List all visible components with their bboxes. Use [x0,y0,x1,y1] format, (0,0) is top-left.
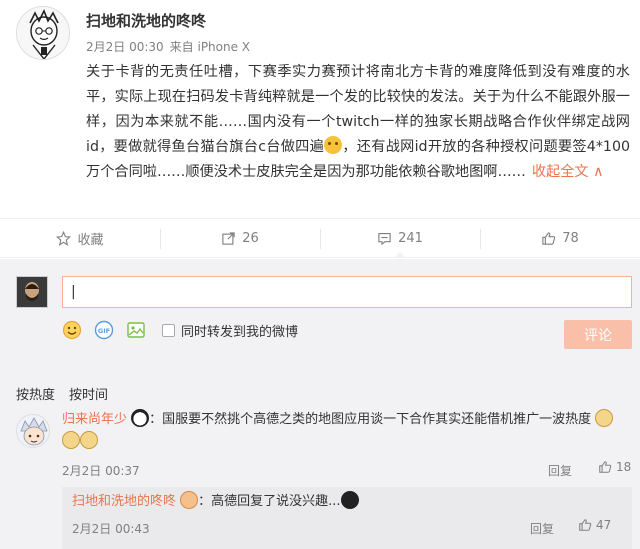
image-icon [127,322,145,338]
composer-tools: GIF 同时转发到我的微博 [62,319,298,341]
favorite-button[interactable]: 收藏 [0,219,160,257]
reply-reply-button[interactable]: 回复 [530,520,554,537]
repost-count: 26 [242,230,259,246]
reply-like-button[interactable]: 47 [578,518,611,532]
post-author-name[interactable]: 扫地和洗地的咚咚 [86,10,206,31]
sort-by-time-tab[interactable]: 按时间 [69,384,108,403]
comment-icon [378,232,391,245]
forward-label: 同时转发到我的微博 [181,324,299,340]
comment-reply-button[interactable]: 回复 [548,462,572,479]
comment-input[interactable] [62,276,632,308]
sort-by-hot-tab[interactable]: 按热度 [16,384,55,403]
post-meta: 2月2日 00:30 来自 iPhone X [86,38,250,55]
panda-badge-icon [131,409,150,427]
star-icon [56,230,72,246]
post-date[interactable]: 2月2日 00:30 [86,40,164,54]
forward-checkbox[interactable] [162,323,175,337]
submit-comment-button[interactable]: 评论 [564,320,632,349]
thumbs-up-icon [579,519,592,531]
post-source: 来自 iPhone X [169,40,251,54]
gif-icon: GIF [94,320,114,340]
commenter-name[interactable]: 归来尚年少 [62,412,127,427]
reply-like-count: 47 [596,518,612,532]
favorite-label: 收藏 [77,232,104,248]
image-upload-button[interactable] [126,320,146,340]
comment-text: 归来尚年少 ：国服要不然挑个高德之类的地图应用谈一下合作其实还能借机推广一波热度 [62,409,617,453]
emoji-picker-button[interactable] [62,320,82,340]
author-avatar[interactable] [16,6,70,60]
repost-button[interactable]: 26 [160,219,320,257]
doge-emoji-icon [62,431,80,449]
reply-thread: 扫地和洗地的咚咚 ：高德回复了说没兴趣... 2月2日 00:43 回复 47 [62,487,632,549]
black-face-emoji-icon [340,491,359,509]
comment-count: 241 [398,230,423,246]
collapse-text-link[interactable]: 收起全文 ∧ [532,164,604,180]
gif-button[interactable]: GIF [94,320,114,340]
comment-time: 2月2日 00:37 [62,464,140,478]
post-text: 关于卡背的无责任吐槽，下赛季实力赛预计将南北方卡背的难度降低到没有难度的水平，实… [86,60,630,185]
comment-body: 国服要不然挑个高德之类的地图应用谈一下合作其实还能借机推广一波热度 [162,412,592,427]
reply-text: 扫地和洗地的咚咚 ：高德回复了说没兴趣... [72,491,359,513]
thumbs-up-icon [599,461,612,473]
comment-like-count: 18 [616,460,632,474]
replier-name[interactable]: 扫地和洗地的咚咚 [72,494,176,509]
commenter-avatar[interactable] [16,414,50,448]
reply-time: 2月2日 00:43 [72,522,150,536]
like-button[interactable]: 78 [480,219,640,257]
repost-icon [222,231,235,245]
doge-emoji-icon [595,409,614,427]
fox-badge-icon [180,491,199,509]
crying-emoji-icon [324,136,343,154]
like-count: 78 [562,230,579,246]
comment-sort-tabs: 按热度 按时间 [16,384,122,403]
comment-like-button[interactable]: 18 [598,460,631,474]
smiley-icon [62,320,82,340]
doge-emoji-icon [80,431,98,449]
current-user-avatar[interactable] [16,276,48,308]
weibo-post: 扫地和洗地的咚咚 2月2日 00:30 来自 iPhone X 关于卡背的无责任吐… [0,0,640,216]
reply-body: 高德回复了说没兴趣... [211,494,341,509]
thumbs-up-icon [542,231,556,245]
comment-button[interactable]: 241 [320,219,480,258]
action-bar: 收藏 26 241 78 [0,218,640,258]
comment-panel: GIF 同时转发到我的微博 评论 按热度 按时间 归来尚年少 ：国服要不然挑个高… [0,259,640,549]
svg-text:GIF: GIF [98,327,110,335]
